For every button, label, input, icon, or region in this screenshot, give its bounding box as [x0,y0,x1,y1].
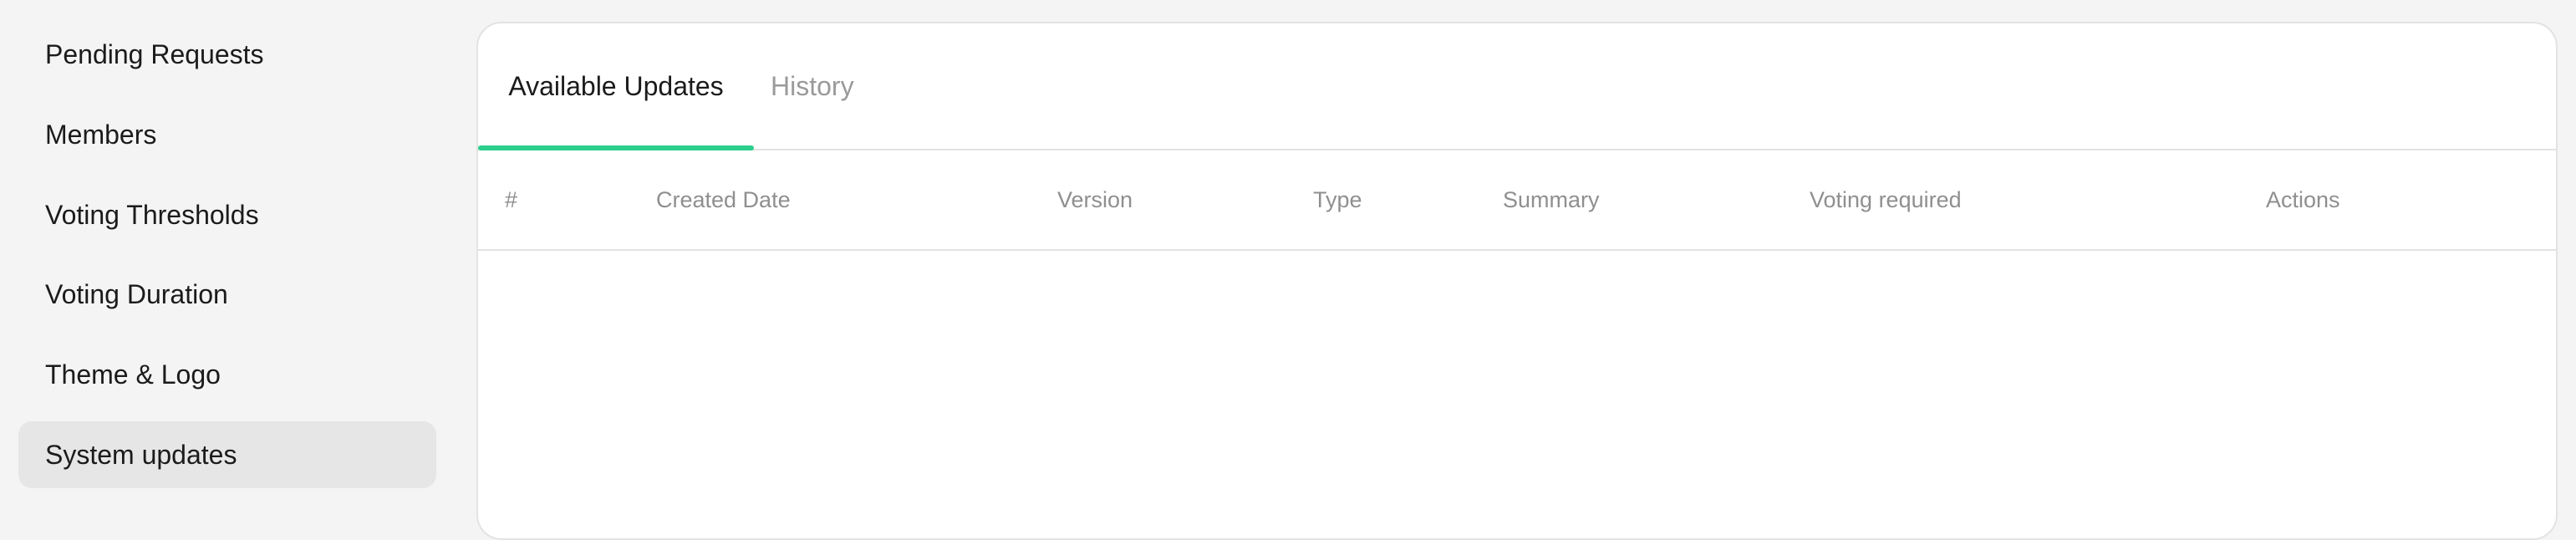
sidebar-item-label: Members [45,119,157,150]
sidebar-item-system-updates[interactable]: System updates [18,421,436,488]
sidebar-item-voting-thresholds[interactable]: Voting Thresholds [18,181,436,248]
sidebar-item-label: System updates [45,439,237,470]
column-header-summary: Summary [1503,186,1600,212]
column-header-version[interactable]: Version [1057,150,1133,249]
sidebar-item-label: Voting Duration [45,278,228,309]
updates-table-header: # Created Date Version Type Summary Voti… [478,150,2556,251]
column-header-voting-required: Voting required [1810,186,1962,212]
sidebar-item-label: Pending Requests [45,38,264,69]
tab-label: Available Updates [508,70,724,101]
sidebar-item-voting-duration[interactable]: Voting Duration [18,261,436,328]
system-updates-panel: Available Updates History # Created Date… [476,22,2558,540]
tab-bar: Available Updates History [478,23,2556,150]
tab-label: History [771,70,854,101]
sidebar-item-label: Theme & Logo [45,359,221,390]
tab-history[interactable]: History [754,23,879,149]
sidebar-item-label: Voting Thresholds [45,199,259,230]
updates-table-body [478,251,2556,538]
column-header-type[interactable]: Type [1313,150,1362,249]
sidebar: Pending Requests Members Voting Threshol… [18,0,436,508]
column-header-created-date[interactable]: Created Date [656,150,791,249]
column-header-number: # [505,186,518,212]
sidebar-item-members[interactable]: Members [18,101,436,168]
column-header-actions: Actions [2266,186,2340,212]
sidebar-item-pending-requests[interactable]: Pending Requests [18,21,436,88]
sidebar-item-theme-logo[interactable]: Theme & Logo [18,341,436,408]
tab-available-updates[interactable]: Available Updates [478,23,754,150]
